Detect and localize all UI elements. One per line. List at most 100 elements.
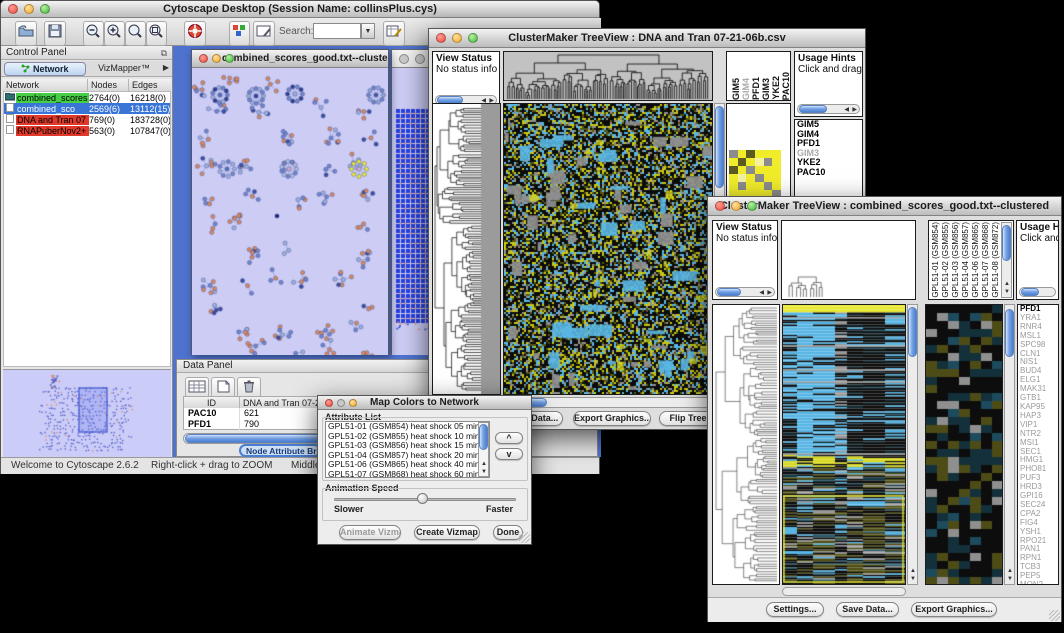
- scrollbar[interactable]: [1019, 287, 1056, 297]
- matrix-cell[interactable]: [729, 166, 738, 174]
- matrix-cell[interactable]: [764, 174, 773, 182]
- close-icon[interactable]: [8, 4, 18, 14]
- matrix-cell[interactable]: [746, 158, 755, 166]
- scroll-thumb[interactable]: [1002, 225, 1011, 261]
- search-input[interactable]: [313, 23, 361, 39]
- matrix-cell[interactable]: [729, 150, 738, 158]
- zoom-out-icon[interactable]: [83, 21, 104, 46]
- scroll-up-icon[interactable]: ▲: [910, 568, 916, 574]
- close-icon[interactable]: [399, 54, 409, 64]
- matrix-cell[interactable]: [729, 182, 738, 190]
- scroll-down-icon[interactable]: ▼: [910, 576, 916, 582]
- secondary-heatmap-canvas[interactable]: [926, 305, 1002, 584]
- tabs-more-arrow-icon[interactable]: ▶: [163, 63, 169, 72]
- col-network[interactable]: Network: [3, 79, 88, 91]
- move-up-button[interactable]: ^: [495, 432, 523, 444]
- network-row[interactable]: combined_scores2764(0)16218(0): [4, 92, 170, 103]
- matrix-cell[interactable]: [764, 182, 773, 190]
- minimize-icon[interactable]: [731, 201, 741, 211]
- treeview2-titlebar[interactable]: ClusterMaker TreeView : combined_scores_…: [708, 197, 1061, 216]
- network-canvas-1[interactable]: [192, 69, 388, 355]
- minimize-icon[interactable]: [337, 399, 345, 407]
- scroll-up-icon[interactable]: ▲: [1004, 281, 1010, 287]
- scroll-down-icon[interactable]: ▼: [481, 469, 487, 475]
- help-lifesaver-icon[interactable]: [184, 21, 206, 46]
- tab-vizmapper[interactable]: VizMapper™: [89, 62, 159, 76]
- zoom-window-icon[interactable]: [349, 399, 357, 407]
- cluster-matrix[interactable]: [729, 150, 781, 198]
- matrix-cell[interactable]: [755, 182, 764, 190]
- open-file-icon[interactable]: [15, 21, 37, 46]
- scroll-thumb[interactable]: [908, 307, 917, 357]
- create-vizmap-button[interactable]: Create Vizmap: [414, 525, 480, 540]
- col-id[interactable]: ID: [184, 397, 240, 408]
- matrix-cell[interactable]: [738, 174, 747, 182]
- zoom-fit-icon[interactable]: [125, 21, 146, 46]
- matrix-cell[interactable]: [772, 182, 781, 190]
- network-row[interactable]: RNAPuberNov2+563(0)107847(0): [4, 125, 170, 136]
- network-overview-canvas[interactable]: [3, 370, 171, 457]
- minimize-icon[interactable]: [452, 33, 462, 43]
- scroll-up-icon[interactable]: ▲: [1007, 568, 1013, 574]
- network-row[interactable]: combined_sco2569(6)13112(15): [4, 103, 170, 114]
- zoom-window-icon[interactable]: [468, 33, 478, 43]
- close-icon[interactable]: [436, 33, 446, 43]
- move-down-button[interactable]: v: [495, 448, 523, 460]
- save-data-button[interactable]: Save Data...: [836, 602, 899, 617]
- matrix-cell[interactable]: [755, 166, 764, 174]
- matrix-cell[interactable]: [738, 158, 747, 166]
- zoom-in-icon[interactable]: [104, 21, 125, 46]
- gene-label[interactable]: MON2: [1018, 581, 1058, 585]
- network-row[interactable]: DNA and Tran 07769(0)183728(0): [4, 114, 170, 125]
- matrix-cell[interactable]: [738, 182, 747, 190]
- attribute-list-vscroll[interactable]: ▲ ▼: [478, 422, 489, 477]
- matrix-cell[interactable]: [746, 166, 755, 174]
- heatmap-canvas[interactable]: [783, 305, 905, 584]
- gene-label[interactable]: PAC10: [795, 168, 862, 178]
- matrix-cell[interactable]: [729, 158, 738, 166]
- matrix-cell[interactable]: [746, 150, 755, 158]
- heatmap-canvas[interactable]: [504, 104, 712, 394]
- node-color-icon[interactable]: [229, 21, 250, 46]
- scroll-thumb[interactable]: [799, 105, 827, 113]
- network-window1-titlebar[interactable]: combined_scores_good.txt--cluste...: [192, 50, 388, 68]
- gene-dendrogram-canvas[interactable]: [433, 104, 500, 394]
- scroll-up-icon[interactable]: ▲: [481, 461, 487, 467]
- zoom-window-icon[interactable]: [225, 54, 234, 63]
- minimize-icon[interactable]: [212, 54, 221, 63]
- col-nodes[interactable]: Nodes: [88, 79, 129, 91]
- matrix-cell[interactable]: [764, 166, 773, 174]
- attribute-item[interactable]: GPL51-07 (GSM868) heat shock 60 min: [326, 470, 489, 478]
- dialog-titlebar[interactable]: Map Colors to Network: [318, 396, 531, 410]
- scroll-thumb[interactable]: [715, 106, 724, 188]
- close-icon[interactable]: [715, 201, 725, 211]
- close-icon[interactable]: [325, 399, 333, 407]
- zoom-window-icon[interactable]: [747, 201, 757, 211]
- matrix-cell[interactable]: [755, 174, 764, 182]
- scrollbar[interactable]: ◀▶: [797, 104, 860, 114]
- tv2-heatmap-hscroll[interactable]: [782, 587, 906, 596]
- scrollbar[interactable]: ◀▶: [715, 287, 775, 297]
- scroll-thumb[interactable]: [1005, 309, 1014, 357]
- scroll-down-icon[interactable]: ▼: [1007, 576, 1013, 582]
- matrix-cell[interactable]: [764, 150, 773, 158]
- array-dendrogram-canvas[interactable]: [782, 221, 915, 299]
- matrix-cell[interactable]: [755, 150, 764, 158]
- matrix-cell[interactable]: [772, 150, 781, 158]
- scroll-thumb[interactable]: [1021, 288, 1039, 296]
- scroll-left-icon[interactable]: ◀: [759, 290, 764, 296]
- scroll-right-icon[interactable]: ▶: [767, 290, 772, 296]
- animate-vizmap-button[interactable]: Animate Vizmap: [339, 525, 401, 540]
- main-titlebar[interactable]: Cytoscape Desktop (Session Name: collins…: [1, 1, 599, 18]
- tv2-heatmap-vscroll[interactable]: ▲ ▼: [907, 304, 918, 585]
- matrix-cell[interactable]: [746, 174, 755, 182]
- matrix-cell[interactable]: [755, 158, 764, 166]
- minimize-icon[interactable]: [24, 4, 34, 14]
- zoom-selected-icon[interactable]: [146, 21, 167, 46]
- annotation-icon[interactable]: [253, 21, 275, 46]
- scroll-left-icon[interactable]: ◀: [844, 107, 849, 113]
- tab-network[interactable]: Network: [4, 62, 86, 76]
- matrix-cell[interactable]: [738, 166, 747, 174]
- matrix-cell[interactable]: [729, 174, 738, 182]
- scroll-down-icon[interactable]: ▼: [1004, 289, 1010, 295]
